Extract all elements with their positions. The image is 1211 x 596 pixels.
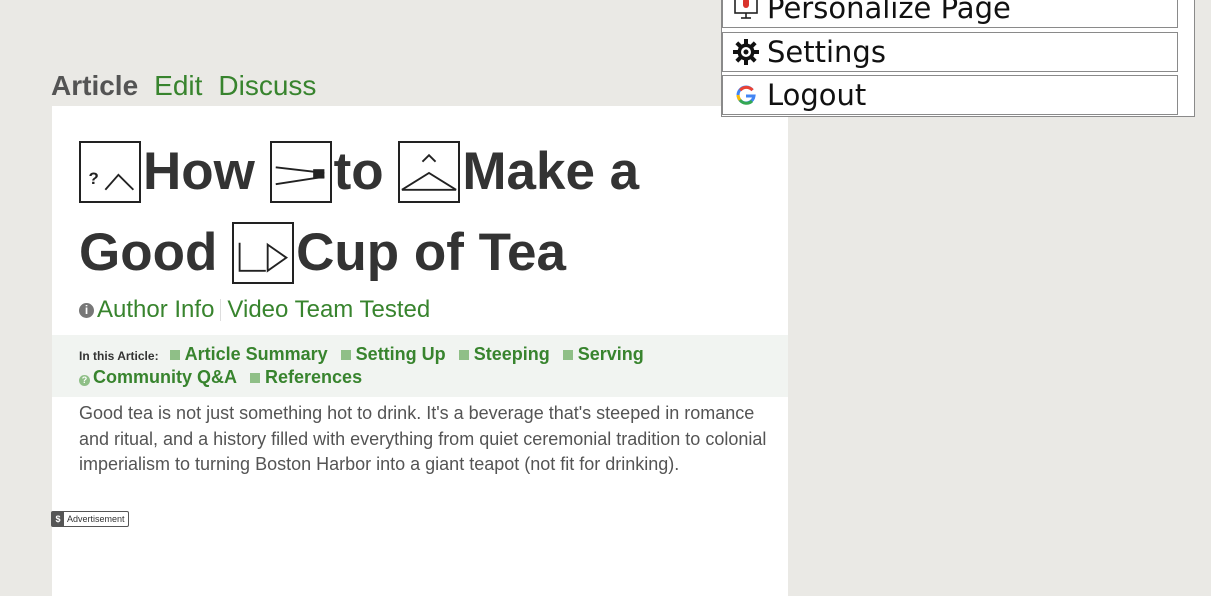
article-meta: i Author Info Video Team Tested <box>79 296 430 324</box>
menu-item-label: Personalize Page <box>767 0 1011 25</box>
title-word: Cup of Tea <box>296 223 566 282</box>
advertisement-label: Advertisement <box>67 514 125 524</box>
intro-paragraph: Good tea is not just something hot to dr… <box>79 403 767 474</box>
bullet-square-icon <box>458 350 469 360</box>
menu-item-label: Settings <box>767 35 886 69</box>
title-word: Make a <box>462 142 640 201</box>
video-team-tested-link[interactable]: Video Team Tested <box>227 296 430 324</box>
toc-item[interactable]: ? Community Q&A <box>79 367 237 387</box>
article-title: ? How to Make a Good Cup of Tea <box>79 130 779 292</box>
title-word: to <box>333 142 384 201</box>
bullet-square-icon <box>562 350 573 360</box>
bullet-square-icon <box>340 350 351 360</box>
bullet-square-icon <box>169 350 180 360</box>
toc-item[interactable]: Article Summary <box>169 344 328 364</box>
toc-item[interactable]: Steeping <box>458 344 550 364</box>
table-of-contents: In this Article: Article Summary Setting… <box>52 335 788 397</box>
menu-item-settings[interactable]: Settings <box>722 32 1178 72</box>
title-word: How <box>143 142 255 201</box>
bullet-square-icon <box>250 373 261 383</box>
title-word: Good <box>79 223 218 282</box>
menu-item-logout[interactable]: Logout <box>722 75 1178 115</box>
toc-item[interactable]: Serving <box>562 344 644 364</box>
svg-text:?: ? <box>88 169 98 188</box>
broken-image-icon: ? <box>79 141 141 203</box>
dollar-icon: $ <box>52 512 64 526</box>
toc-item[interactable]: Setting Up <box>340 344 446 364</box>
author-info-link[interactable]: Author Info <box>97 296 214 324</box>
broken-image-icon <box>232 222 295 284</box>
question-icon: ? <box>79 375 90 386</box>
toc-item[interactable]: References <box>250 367 362 387</box>
divider <box>220 299 222 321</box>
google-logo-icon <box>731 80 761 110</box>
user-dropdown-menu: Personalize Page Settings Logout <box>721 0 1195 117</box>
article-tabs: Article Edit Discuss <box>51 70 332 102</box>
tab-edit[interactable]: Edit <box>154 70 202 102</box>
tab-article[interactable]: Article <box>51 70 138 102</box>
toc-label: In this Article: <box>79 349 159 363</box>
microphone-monitor-icon <box>731 0 761 23</box>
menu-item-personalize-page[interactable]: Personalize Page <box>722 0 1178 28</box>
article-card: ? How to Make a Good Cup of Tea i Author… <box>52 106 788 596</box>
advertisement-badge: $ Advertisement <box>51 511 129 527</box>
broken-image-icon <box>398 141 461 203</box>
info-icon: i <box>79 302 94 318</box>
tab-discuss[interactable]: Discuss <box>218 70 316 102</box>
menu-item-label: Logout <box>767 78 867 112</box>
gear-icon <box>731 37 761 67</box>
broken-image-icon <box>269 141 332 203</box>
